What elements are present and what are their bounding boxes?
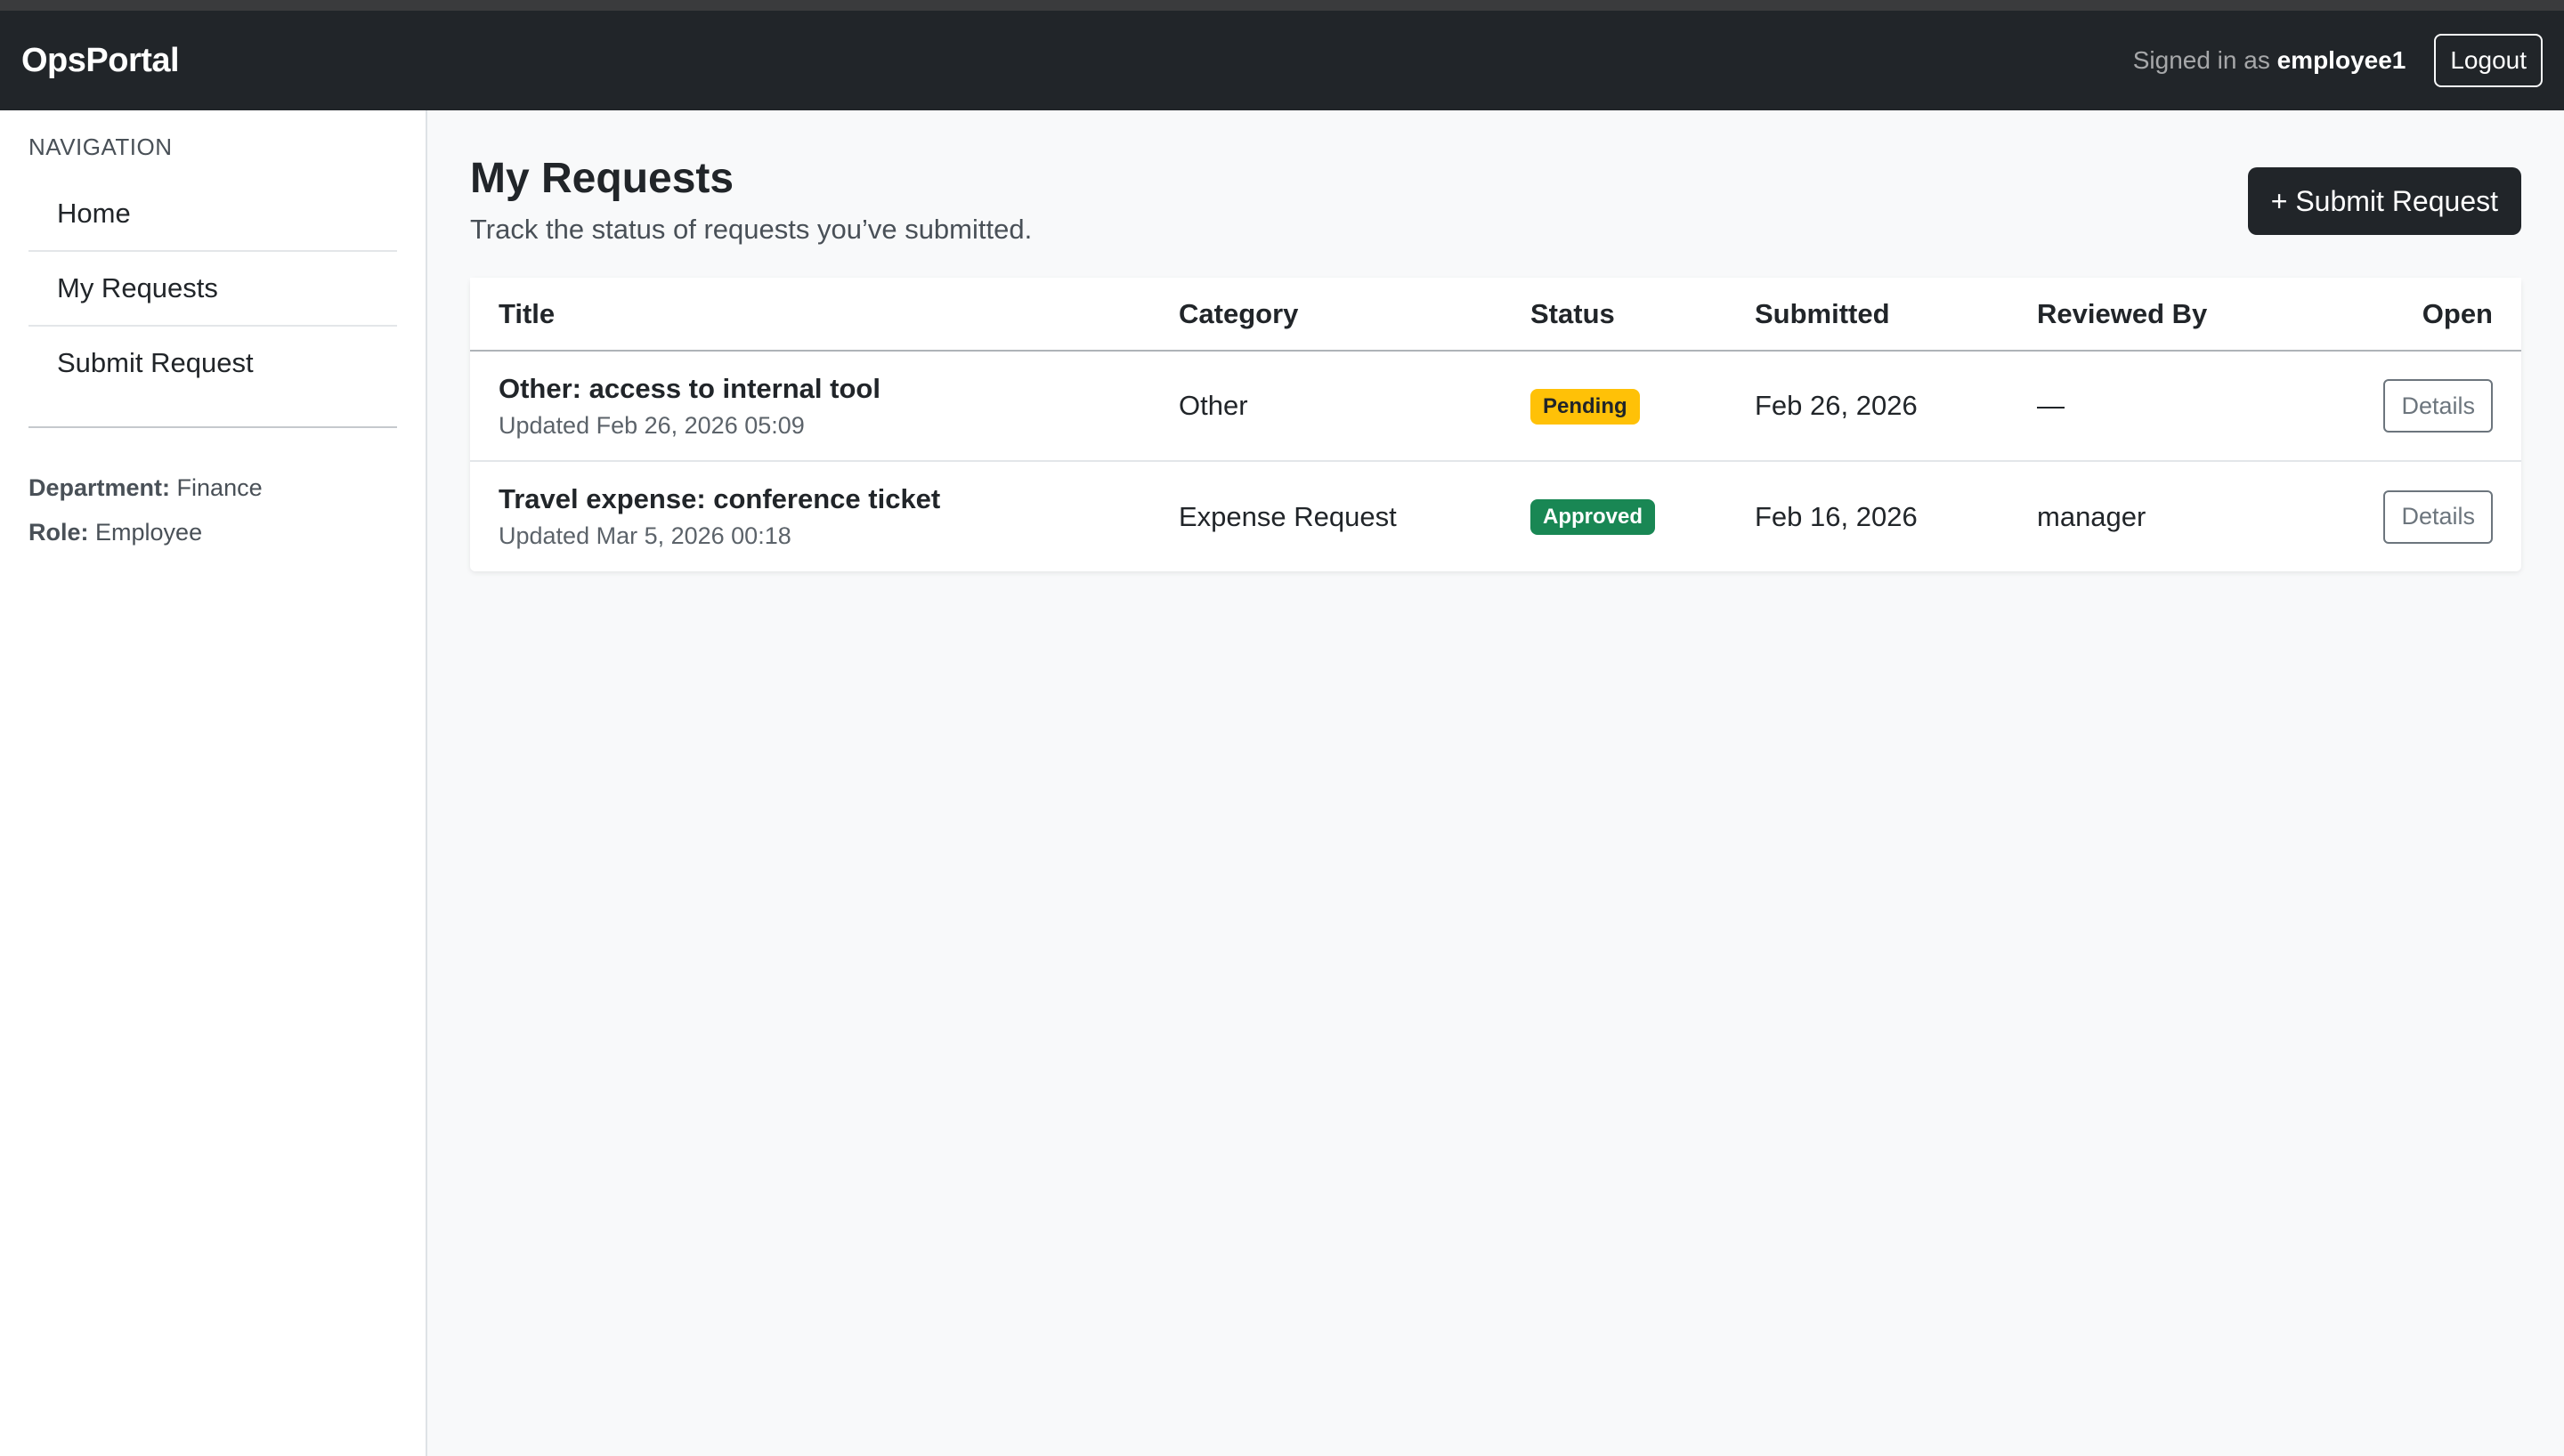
requests-card: Title Category Status Submitted Reviewed…: [470, 278, 2521, 571]
role-label: Role:: [28, 519, 89, 546]
page-header: My Requests Track the status of requests…: [470, 153, 2521, 246]
signed-in-prefix: Signed in as: [2132, 46, 2277, 74]
row-title-cell: Other: access to internal tool Updated F…: [470, 351, 1150, 462]
signed-in-username: employee1: [2276, 46, 2406, 74]
page-title: My Requests: [470, 155, 734, 202]
details-button[interactable]: Details: [2383, 379, 2493, 433]
role-value: Employee: [95, 519, 203, 546]
status-badge: Approved: [1530, 499, 1656, 535]
page-subtitle: Track the status of requests you’ve subm…: [470, 214, 1033, 245]
details-button[interactable]: Details: [2383, 489, 2493, 544]
request-reviewed-by: manager: [2037, 500, 2146, 532]
sidebar: NAVIGATION Home My Requests Submit Reque…: [0, 110, 427, 1456]
logout-button[interactable]: Logout: [2434, 34, 2543, 87]
main-content: My Requests Track the status of requests…: [427, 110, 2564, 1456]
table-row: Travel expense: conference ticket Update…: [470, 461, 2521, 571]
page-layout: NAVIGATION Home My Requests Submit Reque…: [0, 110, 2564, 1456]
user-meta: Department: Finance Role: Employee: [28, 465, 397, 554]
page-heading-group: My Requests Track the status of requests…: [470, 153, 1032, 246]
window-top-strip: [0, 0, 2564, 11]
column-header-title[interactable]: Title: [470, 278, 1150, 352]
row-status-cell: Pending: [1502, 351, 1726, 462]
department-value: Finance: [176, 474, 263, 501]
row-open-cell: Details: [2276, 351, 2521, 462]
request-title: Other: access to internal tool: [499, 372, 880, 404]
requests-table: Title Category Status Submitted Reviewed…: [470, 278, 2521, 571]
request-category: Expense Request: [1179, 500, 1397, 532]
request-category: Other: [1150, 351, 1502, 462]
column-header-submitted[interactable]: Submitted: [1726, 278, 2008, 352]
column-header-category[interactable]: Category: [1150, 278, 1502, 352]
request-title: Travel expense: conference ticket: [499, 483, 941, 514]
row-open-cell: Details: [2276, 461, 2521, 571]
status-badge: Pending: [1530, 388, 1640, 425]
request-updated: Updated Feb 26, 2026 05:09: [499, 411, 805, 439]
row-status-cell: Approved: [1502, 461, 1726, 571]
submit-request-button[interactable]: + Submit Request: [2247, 167, 2521, 235]
request-submitted: Feb 26, 2026: [1726, 351, 2008, 462]
table-header-row: Title Category Status Submitted Reviewed…: [470, 278, 2521, 352]
sidebar-item-home[interactable]: Home: [28, 177, 397, 252]
sidebar-nav: Home My Requests Submit Request: [28, 177, 397, 428]
column-header-status[interactable]: Status: [1502, 278, 1726, 352]
row-title-cell: Travel expense: conference ticket Update…: [470, 461, 1150, 571]
role-info: Role: Employee: [28, 510, 397, 554]
column-header-reviewed-by[interactable]: Reviewed By: [2008, 278, 2276, 352]
navbar-user-area: Signed in as employee1 Logout: [2133, 34, 2543, 87]
column-header-open: Open: [2276, 278, 2521, 352]
department-info: Department: Finance: [28, 465, 397, 510]
table-row: Other: access to internal tool Updated F…: [470, 351, 2521, 462]
request-reviewed-by: —: [2008, 351, 2276, 462]
signed-in-text: Signed in as employee1: [2133, 46, 2406, 75]
brand-logo[interactable]: OpsPortal: [21, 42, 180, 80]
sidebar-item-submit-request[interactable]: Submit Request: [28, 327, 397, 400]
sidebar-item-my-requests[interactable]: My Requests: [28, 252, 397, 327]
sidebar-heading: NAVIGATION: [28, 133, 173, 160]
top-navbar: OpsPortal Signed in as employee1 Logout: [0, 11, 2564, 110]
request-updated: Updated Mar 5, 2026 00:18: [499, 522, 791, 549]
request-submitted: Feb 16, 2026: [1755, 500, 1918, 532]
department-label: Department:: [28, 474, 171, 501]
